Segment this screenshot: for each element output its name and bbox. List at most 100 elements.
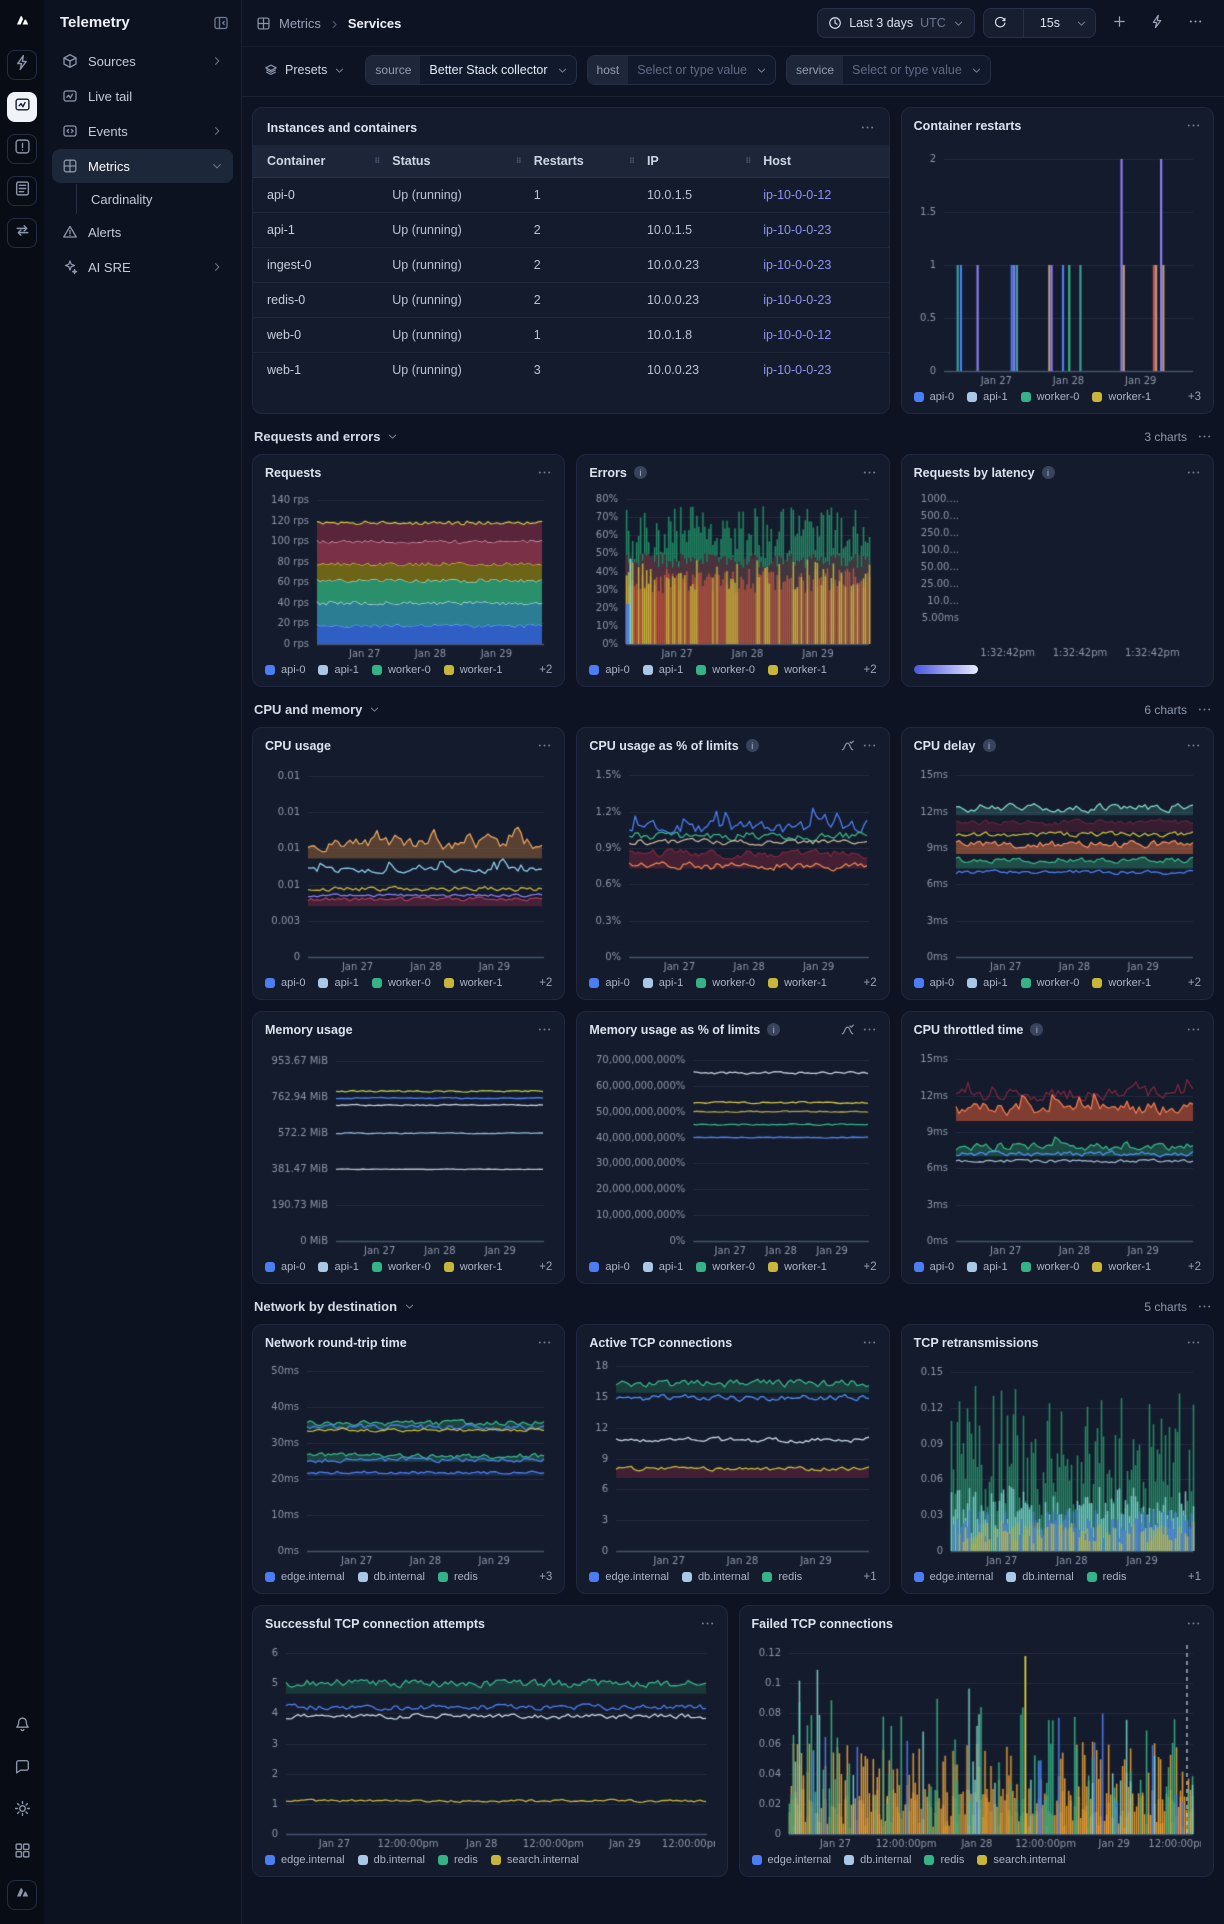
chart-menu-icon[interactable] — [537, 1335, 552, 1350]
section-toggle[interactable]: Network by destination — [254, 1299, 415, 1314]
info-icon[interactable]: i — [745, 739, 759, 752]
sidebar-item-metrics[interactable]: Metrics — [52, 149, 233, 183]
chart-menu-icon[interactable] — [862, 738, 877, 753]
legend-item[interactable]: worker-0 — [371, 977, 431, 989]
legend-item[interactable]: api-0 — [913, 1261, 954, 1273]
legend-item[interactable]: api-1 — [318, 977, 359, 989]
legend-item[interactable]: edge.internal — [265, 1854, 345, 1866]
anomaly-icon[interactable] — [840, 738, 855, 753]
table-row[interactable]: ingest-0 Up (running) 2 10.0.0.23 ip-10-0-0-… — [253, 247, 889, 283]
section-toggle[interactable]: Requests and errors — [254, 429, 398, 444]
table-row[interactable]: api-1 Up (running) 2 10.0.1.5 ip-10-0-0-23 — [253, 212, 889, 248]
legend-item[interactable]: redis — [924, 1854, 964, 1866]
legend-item[interactable]: api-1 — [318, 1261, 359, 1273]
sidebar-item-ai-sre[interactable]: AI SRE — [52, 250, 233, 284]
section-menu-icon[interactable] — [1197, 429, 1212, 444]
chart-canvas[interactable] — [265, 482, 553, 660]
table-row[interactable]: redis-0 Up (running) 2 10.0.0.23 ip-10-0-0-2… — [253, 282, 889, 318]
info-icon[interactable]: i — [1030, 1023, 1044, 1036]
legend-item[interactable]: worker-0 — [1020, 391, 1079, 403]
legend-overflow-count[interactable]: +1 — [864, 1571, 877, 1583]
filter-value[interactable]: Better Stack collector — [420, 63, 556, 77]
legend-item[interactable]: worker-1 — [443, 664, 503, 676]
section-menu-icon[interactable] — [1197, 1299, 1212, 1314]
section-menu-icon[interactable] — [1197, 702, 1212, 717]
legend-item[interactable]: api-0 — [913, 977, 954, 989]
column-header-container[interactable]: Container — [253, 145, 379, 178]
legend-item[interactable]: worker-1 — [768, 1261, 827, 1273]
legend-overflow-count[interactable]: +2 — [539, 1261, 552, 1273]
legend-item[interactable]: worker-1 — [1092, 1261, 1151, 1273]
legend-overflow-count[interactable]: +3 — [1188, 391, 1201, 403]
chart-menu-icon[interactable] — [1186, 118, 1201, 133]
add-chart-button[interactable] — [1104, 9, 1134, 37]
legend-item[interactable]: worker-1 — [443, 977, 503, 989]
chart-canvas[interactable] — [913, 1039, 1201, 1257]
rail-icon-uptime[interactable] — [7, 50, 37, 80]
legend-item[interactable]: api-0 — [265, 664, 305, 676]
legend-item[interactable]: worker-1 — [768, 977, 827, 989]
refresh-control[interactable]: 15s — [982, 8, 1096, 38]
sidebar-item-cardinality[interactable]: Cardinality — [76, 184, 233, 214]
panel-menu-icon[interactable] — [860, 120, 875, 135]
sidebar-item-alerts[interactable]: Alerts — [52, 215, 233, 249]
info-icon[interactable]: i — [982, 739, 996, 752]
legend-item[interactable]: search.internal — [977, 1854, 1065, 1866]
chart-canvas[interactable] — [265, 755, 553, 973]
info-icon[interactable]: i — [633, 466, 647, 479]
quick-actions-button[interactable] — [1142, 9, 1172, 37]
rail-icon-status-pages[interactable] — [7, 176, 37, 206]
rail-icon-betterstack-badge[interactable] — [7, 1880, 37, 1910]
table-row[interactable]: web-1 Up (running) 3 10.0.0.23 ip-10-0-0-23 — [253, 353, 889, 388]
legend-item[interactable]: worker-0 — [1020, 1261, 1079, 1273]
chart-menu-icon[interactable] — [537, 738, 552, 753]
legend-overflow-count[interactable]: +2 — [1188, 977, 1201, 989]
rail-icon-notifications[interactable] — [7, 1712, 37, 1742]
info-icon[interactable]: i — [767, 1023, 781, 1036]
chart-menu-icon[interactable] — [1186, 465, 1201, 480]
chart-menu-icon[interactable] — [1186, 1335, 1201, 1350]
legend-overflow-count[interactable]: +1 — [1188, 1571, 1201, 1583]
time-range-button[interactable]: Last 3 days UTC — [817, 8, 975, 38]
legend-overflow-count[interactable]: +2 — [539, 664, 552, 676]
table-row[interactable]: api-0 Up (running) 1 10.0.1.5 ip-10-0-0-12 — [253, 177, 889, 213]
sidebar-item-live-tail[interactable]: Live tail — [52, 79, 233, 113]
legend-item[interactable]: edge.internal — [751, 1854, 831, 1866]
host-link[interactable]: ip-10-0-0-23 — [763, 293, 831, 307]
betterstack-logo[interactable] — [9, 10, 35, 36]
legend-item[interactable]: worker-0 — [1020, 977, 1079, 989]
chart-canvas[interactable] — [589, 1039, 877, 1257]
chart-canvas[interactable] — [265, 1352, 553, 1567]
chart-menu-icon[interactable] — [1186, 1022, 1201, 1037]
legend-item[interactable]: worker-1 — [768, 664, 827, 676]
chart-canvas[interactable] — [751, 1633, 1201, 1850]
legend-item[interactable]: api-1 — [642, 1261, 683, 1273]
refresh-interval-label[interactable]: 15s — [1031, 9, 1069, 37]
legend-item[interactable]: api-0 — [589, 1261, 630, 1273]
legend-item[interactable]: worker-0 — [696, 1261, 755, 1273]
chart-menu-icon[interactable] — [862, 1335, 877, 1350]
rail-icon-support[interactable] — [7, 1754, 37, 1784]
rail-icon-telemetry[interactable] — [7, 92, 37, 122]
column-grip-icon[interactable]: ⠿ — [516, 157, 522, 166]
chart-canvas[interactable] — [913, 482, 1201, 659]
legend-item[interactable]: edge.internal — [589, 1571, 669, 1583]
legend-item[interactable]: redis — [762, 1571, 802, 1583]
anomaly-icon[interactable] — [840, 1022, 855, 1037]
legend-item[interactable]: db.internal — [357, 1571, 425, 1583]
legend-item[interactable]: api-0 — [589, 977, 630, 989]
legend-item[interactable]: api-0 — [265, 1261, 305, 1273]
legend-item[interactable]: edge.internal — [913, 1571, 993, 1583]
filter-placeholder[interactable]: Select or type value — [628, 63, 756, 77]
legend-overflow-count[interactable]: +3 — [539, 1571, 552, 1583]
breadcrumb-metrics[interactable]: Metrics — [279, 16, 321, 31]
chart-menu-icon[interactable] — [537, 1022, 552, 1037]
legend-item[interactable]: api-1 — [967, 391, 1008, 403]
rail-icon-apps[interactable] — [7, 1838, 37, 1868]
column-grip-icon[interactable]: ⠿ — [374, 157, 380, 166]
legend-item[interactable]: db.internal — [844, 1854, 911, 1866]
chart-menu-icon[interactable] — [862, 465, 877, 480]
legend-item[interactable]: api-1 — [318, 664, 359, 676]
filter-pill-host[interactable]: host Select or type value — [586, 55, 777, 85]
collapse-sidebar-icon[interactable] — [213, 15, 229, 31]
